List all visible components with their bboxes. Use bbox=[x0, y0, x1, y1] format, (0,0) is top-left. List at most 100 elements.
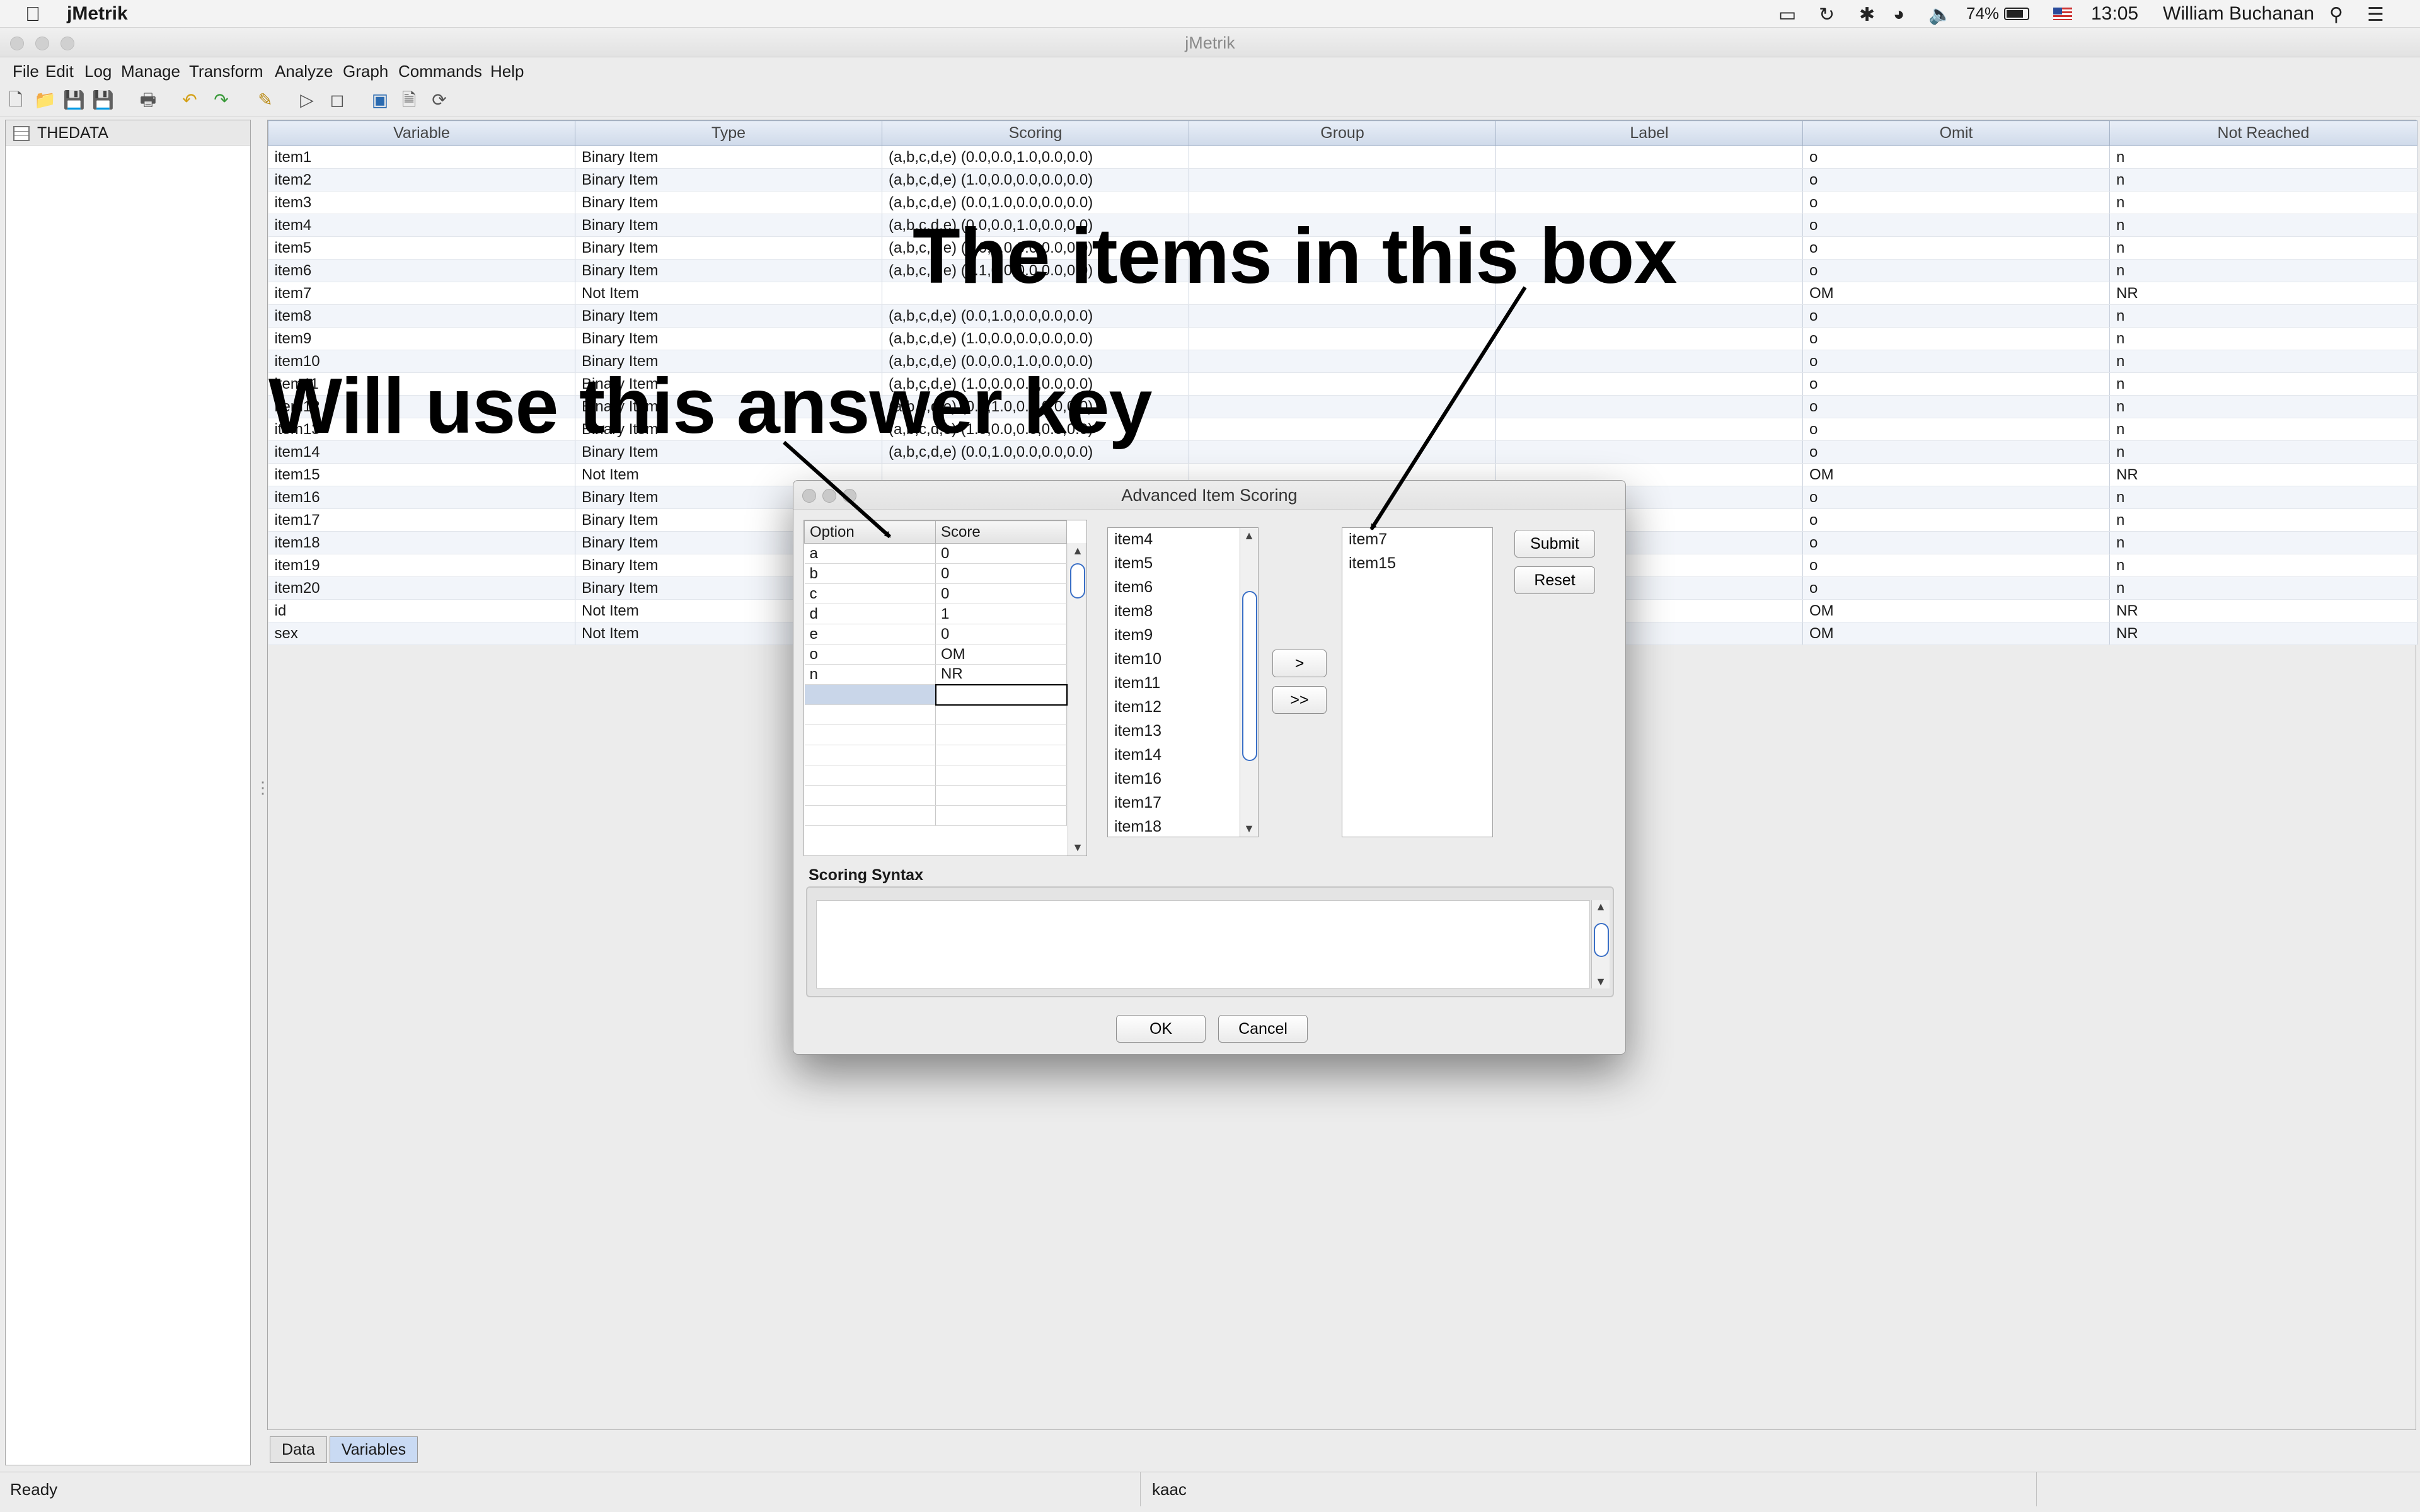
column-header-omit[interactable]: Omit bbox=[1802, 120, 2110, 146]
label-cell[interactable] bbox=[1495, 372, 1803, 396]
not-reached-cell[interactable]: n bbox=[2109, 372, 2417, 396]
list-item[interactable]: item15 bbox=[1342, 552, 1492, 576]
column-header-not-reached[interactable]: Not Reached bbox=[2109, 120, 2417, 146]
omit-cell[interactable]: o bbox=[1802, 576, 2110, 600]
omit-cell[interactable]: o bbox=[1802, 508, 2110, 532]
wifi-icon[interactable]: ◕ bbox=[1893, 4, 1904, 25]
list-item[interactable]: item17 bbox=[1108, 791, 1258, 815]
omit-cell[interactable]: o bbox=[1802, 168, 2110, 192]
table-row[interactable]: item3 Binary Item (a,b,c,d,e) (0.0,1.0,0.0… bbox=[268, 191, 2417, 214]
omit-cell[interactable]: o bbox=[1802, 531, 2110, 554]
reset-button[interactable]: Reset bbox=[1514, 566, 1595, 594]
available-items-scrollbar[interactable]: ▲ ▼ bbox=[1240, 528, 1258, 837]
score-cell[interactable]: 1 bbox=[935, 604, 1067, 624]
omit-cell[interactable]: o bbox=[1802, 236, 2110, 260]
list-item[interactable]: item18 bbox=[1108, 815, 1258, 837]
not-reached-cell[interactable]: NR bbox=[2109, 622, 2417, 645]
option-table-scrollbar[interactable]: ▲ ▼ bbox=[1068, 543, 1086, 856]
label-cell[interactable] bbox=[1495, 168, 1803, 192]
variable-cell[interactable]: item5 bbox=[268, 236, 575, 260]
column-header-label[interactable]: Label bbox=[1495, 120, 1803, 146]
group-cell[interactable] bbox=[1189, 395, 1496, 418]
submit-button[interactable]: Submit bbox=[1514, 530, 1595, 558]
variable-cell[interactable]: item4 bbox=[268, 214, 575, 237]
move-selected-button[interactable]: > bbox=[1272, 650, 1327, 677]
score-cell[interactable] bbox=[935, 805, 1067, 826]
option-cell[interactable]: a bbox=[804, 543, 936, 564]
group-cell[interactable] bbox=[1189, 418, 1496, 441]
option-row[interactable]: b0 bbox=[804, 563, 1067, 584]
variable-cell[interactable]: item15 bbox=[268, 463, 575, 486]
option-row[interactable]: a0 bbox=[804, 543, 1067, 564]
menu-help[interactable]: Help bbox=[490, 62, 524, 81]
mac-app-name[interactable]: jMetrik bbox=[67, 3, 128, 25]
type-cell[interactable]: Binary Item bbox=[575, 327, 882, 350]
save-all-icon[interactable]: 💾 bbox=[92, 89, 114, 111]
not-reached-cell[interactable]: n bbox=[2109, 168, 2417, 192]
save-icon[interactable]: 💾 bbox=[63, 89, 85, 111]
not-reached-cell[interactable]: n bbox=[2109, 146, 2417, 169]
flag-icon[interactable] bbox=[2053, 8, 2072, 20]
group-cell[interactable] bbox=[1189, 440, 1496, 464]
option-row-empty[interactable] bbox=[804, 805, 1067, 826]
type-cell[interactable]: Binary Item bbox=[575, 236, 882, 260]
option-cell[interactable] bbox=[804, 704, 936, 725]
omit-cell[interactable]: o bbox=[1802, 395, 2110, 418]
score-cell[interactable] bbox=[935, 704, 1067, 725]
group-cell[interactable] bbox=[1189, 327, 1496, 350]
label-cell[interactable] bbox=[1495, 191, 1803, 214]
option-row[interactable]: n NR bbox=[804, 664, 1067, 685]
option-row-empty[interactable] bbox=[804, 684, 1068, 706]
variable-cell[interactable]: item6 bbox=[268, 259, 575, 282]
user-name[interactable]: William Buchanan bbox=[2163, 3, 2314, 25]
omit-cell[interactable]: o bbox=[1802, 259, 2110, 282]
group-cell[interactable] bbox=[1189, 191, 1496, 214]
option-cell[interactable]: d bbox=[804, 604, 936, 624]
label-cell[interactable] bbox=[1495, 146, 1803, 169]
control-center-icon[interactable]: ☰ bbox=[2367, 4, 2384, 26]
list-item[interactable]: item14 bbox=[1108, 743, 1258, 767]
omit-cell[interactable]: o bbox=[1802, 372, 2110, 396]
option-row-empty[interactable] bbox=[804, 785, 1067, 806]
omit-cell[interactable]: OM bbox=[1802, 622, 2110, 645]
score-cell[interactable] bbox=[935, 765, 1067, 786]
not-reached-cell[interactable]: NR bbox=[2109, 463, 2417, 486]
not-reached-cell[interactable]: n bbox=[2109, 191, 2417, 214]
omit-cell[interactable]: OM bbox=[1802, 599, 2110, 622]
option-row[interactable]: o OM bbox=[804, 644, 1067, 665]
column-header-type[interactable]: Type bbox=[575, 120, 882, 146]
option-cell[interactable] bbox=[804, 684, 936, 705]
option-cell[interactable] bbox=[804, 745, 936, 765]
selected-items-list[interactable]: item7 item15 bbox=[1342, 527, 1493, 837]
score-cell[interactable] bbox=[935, 745, 1067, 765]
column-header-scoring[interactable]: Scoring bbox=[882, 120, 1189, 146]
type-cell[interactable]: Binary Item bbox=[575, 304, 882, 328]
image-icon[interactable]: ▣ bbox=[369, 89, 391, 111]
variable-cell[interactable]: item7 bbox=[268, 282, 575, 305]
scroll-thumb[interactable] bbox=[1070, 563, 1085, 598]
score-cell[interactable]: 0 bbox=[935, 583, 1067, 604]
apple-logo-icon[interactable]:  bbox=[25, 3, 40, 26]
option-cell[interactable] bbox=[804, 805, 936, 826]
available-items-list[interactable]: item4 item5 item6 item8 item9 item10 item11 ite… bbox=[1107, 527, 1259, 837]
not-reached-cell[interactable]: n bbox=[2109, 214, 2417, 237]
column-header-group[interactable]: Group bbox=[1189, 120, 1496, 146]
scoring-cell[interactable]: (a,b,c,d,e) (1.0,0.0,0.0,0.0,0.0) bbox=[882, 327, 1189, 350]
ok-button[interactable]: OK bbox=[1116, 1015, 1206, 1043]
variable-cell[interactable]: item1 bbox=[268, 146, 575, 169]
menu-manage[interactable]: Manage bbox=[121, 62, 180, 81]
option-cell[interactable]: o bbox=[804, 644, 936, 665]
not-reached-cell[interactable]: n bbox=[2109, 350, 2417, 373]
label-cell[interactable] bbox=[1495, 418, 1803, 441]
option-cell[interactable]: n bbox=[804, 664, 936, 685]
variable-cell[interactable]: item20 bbox=[268, 576, 575, 600]
option-row[interactable]: c0 bbox=[804, 583, 1067, 604]
tree-item-thedata[interactable]: THEDATA bbox=[6, 120, 250, 146]
not-reached-cell[interactable]: n bbox=[2109, 418, 2417, 441]
scroll-down-icon[interactable]: ▼ bbox=[1240, 822, 1258, 835]
table-row[interactable]: item8 Binary Item (a,b,c,d,e) (0.0,1.0,0.0… bbox=[268, 304, 2417, 328]
not-reached-cell[interactable]: n bbox=[2109, 486, 2417, 509]
omit-cell[interactable]: o bbox=[1802, 350, 2110, 373]
omit-cell[interactable]: o bbox=[1802, 327, 2110, 350]
bluetooth-icon[interactable]: ✱ bbox=[1859, 4, 1875, 26]
